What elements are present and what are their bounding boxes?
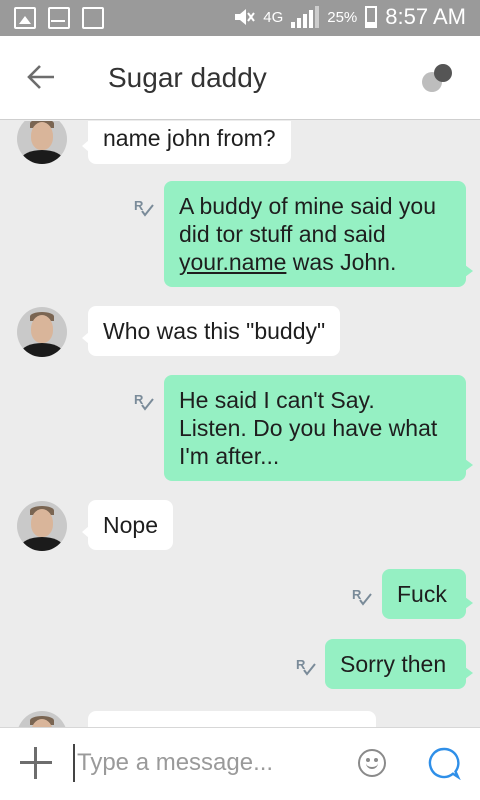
message-text: name john from? [103,125,276,151]
read-receipt-icon: R [296,657,316,676]
message-input[interactable] [73,744,333,782]
contact-icon[interactable] [422,64,452,94]
compose-bar [0,727,480,800]
message-list[interactable]: name john from? R A buddy of mine said y… [0,121,480,727]
page-title: Sugar daddy [108,62,267,93]
status-indicators: 4G 25% 8:57 AM [233,4,466,30]
mail-icon [48,7,70,29]
incoming-message-partial[interactable] [88,711,376,727]
read-receipt-icon: R [352,587,372,606]
avatar[interactable] [17,121,67,164]
screenshot-icon [82,7,104,29]
message-line: He said I can't Say. [179,387,375,413]
underlined-link[interactable]: your.name [179,249,286,275]
send-icon[interactable] [427,746,461,780]
signal-icon [291,6,320,28]
arrow-left-icon[interactable] [26,62,56,92]
incoming-message[interactable]: name john from? [82,121,291,164]
read-receipt-icon: R [134,198,154,217]
conversation-header: Sugar daddy [0,36,480,120]
outgoing-message[interactable]: Sorry then [325,639,473,689]
avatar[interactable] [17,501,67,551]
incoming-message[interactable]: Who was this "buddy" [81,306,341,356]
status-time: 8:57 AM [385,4,466,29]
message-line: did tor stuff and said [179,221,386,247]
outgoing-message[interactable]: A buddy of mine said you did tor stuff a… [164,181,473,287]
message-line: Listen. Do you have what [179,415,438,441]
message-line: I'm after... [179,443,280,469]
message-line: A buddy of mine said you [179,193,436,219]
battery-icon [365,6,378,28]
message-text: Sorry then [340,651,447,677]
message-line: your.name was John. [179,249,397,275]
network-type: 4G [263,8,284,26]
avatar[interactable] [17,711,67,727]
avatar[interactable] [17,307,67,357]
image-icon [14,7,36,29]
message-text: Fuck [397,581,447,607]
add-attachment-icon[interactable] [20,747,52,779]
status-bar: 4G 25% 8:57 AM [0,0,480,36]
incoming-message[interactable]: Nope [82,500,173,550]
battery-percent: 25% [327,8,358,26]
message-text: Nope [103,512,158,538]
read-receipt-icon: R [134,392,154,411]
outgoing-message[interactable]: Fuck [382,569,473,619]
outgoing-message[interactable]: He said I can't Say. Listen. Do you have… [164,375,473,481]
message-text: Who was this "buddy" [103,318,326,344]
mute-icon [235,9,256,25]
notification-icons [14,7,104,29]
emoji-icon[interactable] [358,749,386,777]
